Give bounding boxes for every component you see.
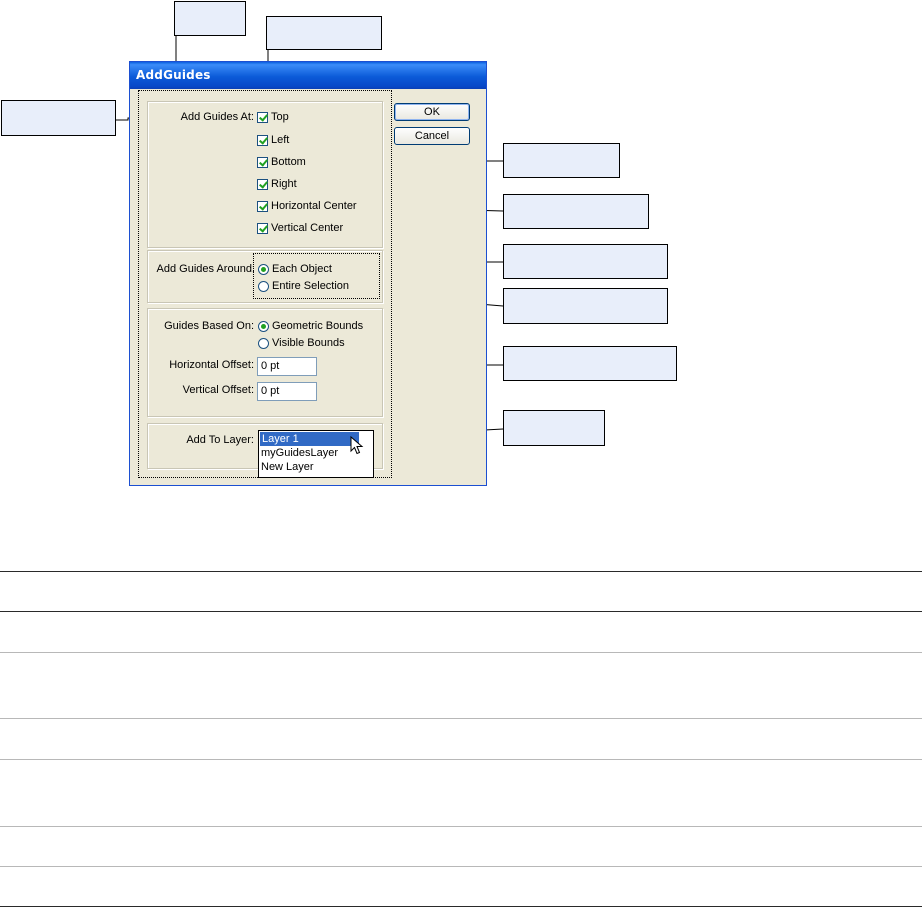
checkbox-vertical-center-label[interactable]: Vertical Center	[271, 222, 343, 234]
callout-box-6	[503, 244, 668, 279]
checkbox-top[interactable]	[257, 112, 268, 123]
horizontal-offset-input[interactable]: 0 pt	[257, 357, 317, 376]
layer-option-new-layer[interactable]: New Layer	[259, 460, 373, 474]
add-guides-at-label: Add Guides At:	[180, 111, 254, 123]
radio-geometric-bounds[interactable]	[258, 321, 269, 332]
checkbox-right-label[interactable]: Right	[271, 178, 297, 190]
radio-visible-bounds-label[interactable]: Visible Bounds	[272, 337, 345, 349]
dialog-title: AddGuides	[136, 68, 211, 82]
table-row-rule	[0, 652, 922, 653]
radio-geometric-bounds-label[interactable]: Geometric Bounds	[272, 320, 363, 332]
table-bottom-rule	[0, 906, 922, 907]
table-row-rule	[0, 826, 922, 827]
checkbox-top-label[interactable]: Top	[271, 111, 289, 123]
layer-option-layer-1[interactable]: Layer 1	[260, 432, 359, 446]
checkbox-bottom-label[interactable]: Bottom	[271, 156, 306, 168]
checkbox-horizontal-center-label[interactable]: Horizontal Center	[271, 200, 357, 212]
table-row-rule	[0, 759, 922, 760]
checkbox-vertical-center[interactable]	[257, 223, 268, 234]
table-row-rule	[0, 718, 922, 719]
ok-button[interactable]: OK	[394, 103, 470, 121]
table-top-rule	[0, 571, 922, 572]
callout-box-7	[503, 288, 668, 324]
horizontal-offset-label: Horizontal Offset:	[169, 359, 254, 371]
callout-box-5	[503, 194, 649, 229]
checkbox-left[interactable]	[257, 135, 268, 146]
around-options-dotted-frame	[253, 253, 380, 299]
title-bar[interactable]: AddGuides	[130, 62, 486, 89]
add-to-layer-label: Add To Layer:	[186, 434, 254, 446]
checkbox-right[interactable]	[257, 179, 268, 190]
cancel-button[interactable]: Cancel	[394, 127, 470, 145]
callout-box-4	[503, 143, 620, 178]
mouse-pointer-icon	[350, 436, 364, 455]
table-header-rule	[0, 611, 922, 612]
callout-box-9	[503, 410, 605, 446]
guides-based-on-label: Guides Based On:	[164, 320, 254, 332]
table-row-rule	[0, 866, 922, 867]
radio-visible-bounds[interactable]	[258, 338, 269, 349]
checkbox-left-label[interactable]: Left	[271, 134, 289, 146]
callout-box-8	[503, 346, 677, 381]
vertical-offset-label: Vertical Offset:	[182, 384, 254, 396]
callout-box-1	[174, 1, 246, 36]
checkbox-horizontal-center[interactable]	[257, 201, 268, 212]
add-guides-around-label: Add Guides Around:	[156, 263, 255, 275]
checkbox-bottom[interactable]	[257, 157, 268, 168]
callout-box-3	[1, 100, 116, 136]
vertical-offset-input[interactable]: 0 pt	[257, 382, 317, 401]
callout-box-2	[266, 16, 382, 50]
